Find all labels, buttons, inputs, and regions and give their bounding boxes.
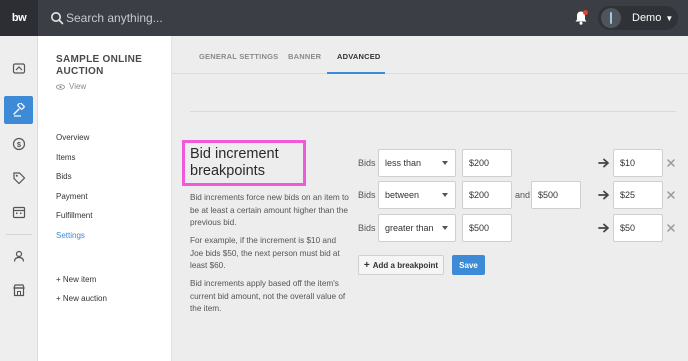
save-button[interactable]: Save bbox=[452, 255, 485, 275]
new-item-link[interactable]: + New item bbox=[56, 275, 96, 284]
plus-icon: + bbox=[363, 259, 370, 271]
tab-advanced[interactable]: ADVANCED bbox=[337, 52, 381, 61]
settings-panel: GENERAL SETTINGS BANNER ADVANCED Bid inc… bbox=[172, 36, 688, 361]
view-link[interactable]: View bbox=[56, 82, 86, 91]
notification-badge bbox=[583, 10, 588, 15]
sidebar-item-items[interactable]: Items bbox=[56, 153, 76, 162]
increment-input[interactable]: $10 bbox=[613, 149, 663, 177]
auction-sidebar: SAMPLE ONLINE AUCTION View Overview Item… bbox=[38, 36, 172, 361]
sidebar-item-payment[interactable]: Payment bbox=[56, 192, 88, 201]
rail-item-tags[interactable] bbox=[4, 164, 33, 192]
arrow-right-icon bbox=[598, 190, 609, 200]
dashboard-icon bbox=[12, 63, 25, 74]
view-label: View bbox=[69, 82, 87, 91]
close-icon[interactable] bbox=[667, 159, 675, 167]
arrow-right-icon bbox=[598, 223, 609, 233]
avatar bbox=[601, 8, 621, 28]
caret-down-icon bbox=[442, 193, 448, 197]
rail-item-supporters[interactable] bbox=[4, 242, 33, 270]
rail-item-payments[interactable]: $ bbox=[4, 130, 33, 158]
top-bar: bw Demo ▼ bbox=[0, 0, 688, 36]
arrow-right-icon bbox=[598, 158, 609, 168]
threshold-input[interactable]: $500 bbox=[462, 214, 512, 242]
rail-item-store[interactable] bbox=[4, 276, 33, 304]
search-input[interactable] bbox=[66, 9, 366, 27]
increment-input[interactable]: $50 bbox=[613, 214, 663, 242]
max-threshold-input[interactable]: $500 bbox=[531, 181, 581, 209]
rail-divider bbox=[6, 234, 32, 235]
rail-item-auctions[interactable] bbox=[4, 96, 33, 124]
threshold-input[interactable]: $200 bbox=[462, 149, 512, 177]
condition-value: between bbox=[385, 190, 420, 200]
tab-banner[interactable]: BANNER bbox=[288, 52, 321, 61]
note-paragraph: Bid increments apply based off the item'… bbox=[190, 279, 346, 313]
bids-label: Bids bbox=[358, 158, 376, 168]
user-menu[interactable]: Demo ▼ bbox=[598, 6, 678, 30]
auction-title: SAMPLE ONLINE AUCTION bbox=[56, 54, 143, 77]
store-icon bbox=[12, 284, 25, 297]
condition-select[interactable]: less than bbox=[378, 149, 456, 177]
condition-value: greater than bbox=[385, 223, 434, 233]
active-tab-indicator bbox=[327, 72, 385, 74]
eye-icon bbox=[56, 83, 65, 90]
description-paragraph: Bid increments force new bids on an item… bbox=[190, 193, 349, 227]
sidebar-item-overview[interactable]: Overview bbox=[56, 133, 89, 142]
caret-down-icon bbox=[442, 226, 448, 230]
sidebar-item-settings[interactable]: Settings bbox=[56, 231, 85, 240]
bids-label: Bids bbox=[358, 223, 376, 233]
condition-value: less than bbox=[385, 158, 422, 168]
condition-select[interactable]: between bbox=[378, 181, 456, 209]
example-paragraph: For example, if the increment is $10 and… bbox=[190, 236, 340, 270]
icon-rail: $ bbox=[0, 36, 38, 361]
gavel-icon bbox=[12, 103, 25, 117]
new-auction-link[interactable]: + New auction bbox=[56, 294, 107, 303]
min-threshold-input[interactable]: $200 bbox=[462, 181, 512, 209]
bids-label: Bids bbox=[358, 190, 376, 200]
chevron-down-icon: ▼ bbox=[665, 13, 674, 23]
settings-tabs: GENERAL SETTINGS BANNER ADVANCED bbox=[172, 36, 688, 74]
app-logo[interactable]: bw bbox=[0, 0, 38, 36]
sidebar-item-bids[interactable]: Bids bbox=[56, 172, 72, 181]
sidebar-item-fulfillment[interactable]: Fulfillment bbox=[56, 211, 92, 220]
users-icon bbox=[13, 250, 24, 262]
tab-general-settings[interactable]: GENERAL SETTINGS bbox=[199, 52, 278, 61]
section-title: Bid increment breakpoints bbox=[190, 146, 279, 179]
search-icon bbox=[51, 12, 64, 25]
tag-icon bbox=[12, 172, 25, 185]
caret-down-icon bbox=[442, 161, 448, 165]
rail-item-dashboard[interactable] bbox=[4, 54, 33, 82]
condition-select[interactable]: greater than bbox=[378, 214, 456, 242]
rail-item-calendar[interactable] bbox=[4, 198, 33, 226]
close-icon[interactable] bbox=[667, 191, 675, 199]
dollar-icon: $ bbox=[12, 137, 25, 151]
and-label: and bbox=[515, 190, 531, 200]
add-breakpoint-label: Add a breakpoint bbox=[372, 260, 439, 270]
svg-text:$: $ bbox=[16, 140, 21, 149]
close-icon[interactable] bbox=[667, 224, 675, 232]
calendar-icon bbox=[12, 206, 25, 219]
add-breakpoint-button[interactable]: + Add a breakpoint bbox=[358, 255, 444, 275]
increment-input[interactable]: $25 bbox=[613, 181, 663, 209]
section-divider bbox=[190, 111, 676, 112]
user-name: Demo bbox=[632, 12, 662, 24]
